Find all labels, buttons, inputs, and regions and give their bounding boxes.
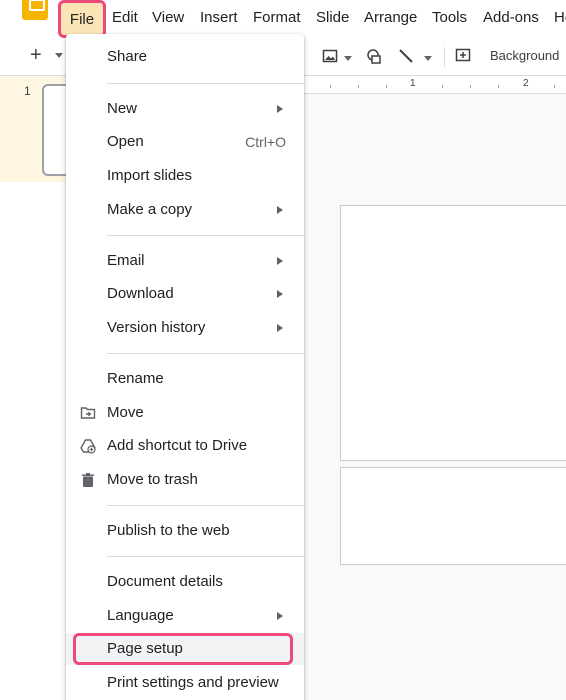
new-slide-plus-icon[interactable]: +	[30, 44, 42, 67]
menu-item-label: Document details	[107, 573, 223, 590]
ruler-tick	[554, 85, 555, 88]
menu-item-share[interactable]: Share	[66, 41, 304, 73]
slide-canvas[interactable]	[340, 205, 566, 461]
menu-item-shortcut: Ctrl+O	[245, 134, 286, 150]
slide-number: 1	[24, 84, 31, 98]
shape-icon[interactable]	[366, 48, 382, 64]
menu-item-version-history[interactable]: Version history	[66, 312, 304, 344]
filmstrip-panel: 1	[0, 76, 82, 182]
menu-tools[interactable]: Tools	[432, 9, 467, 26]
submenu-arrow-icon	[277, 105, 283, 113]
ruler-tick	[386, 85, 387, 88]
ruler-tick	[330, 85, 331, 88]
new-slide-caret-icon[interactable]	[55, 53, 63, 58]
menu-item-label: Add shortcut to Drive	[107, 437, 248, 454]
trash-icon	[82, 473, 94, 487]
menu-divider	[107, 83, 304, 84]
ruler-tick	[498, 85, 499, 88]
menu-item-label: Version history	[107, 319, 206, 336]
menu-item-label: Make a copy	[107, 201, 193, 218]
menu-file-label: File	[69, 11, 95, 28]
menu-item-new[interactable]: New	[66, 93, 304, 125]
menu-slide[interactable]: Slide	[316, 9, 349, 26]
menu-item-language[interactable]: Language	[66, 600, 304, 632]
menu-item-document-details[interactable]: Document details	[66, 566, 304, 598]
submenu-arrow-icon	[277, 324, 283, 332]
slides-logo-icon[interactable]	[22, 0, 48, 20]
menu-item-label: New	[107, 100, 138, 117]
submenu-arrow-icon	[277, 290, 283, 298]
menu-format[interactable]: Format	[253, 9, 301, 26]
background-button[interactable]: Background	[490, 48, 559, 63]
menu-item-label: Print settings and preview	[107, 674, 279, 691]
menu-item-label: Publish to the web	[107, 522, 230, 539]
slide-canvas-secondary[interactable]	[340, 467, 566, 565]
menu-item-email[interactable]: Email	[66, 245, 304, 277]
menu-divider	[107, 353, 304, 354]
menu-insert[interactable]: Insert	[200, 9, 238, 26]
menu-divider	[107, 556, 304, 557]
file-menu-dropdown: Share New Open Ctrl+O Import slides Make…	[66, 34, 304, 700]
menu-item-make-a-copy[interactable]: Make a copy	[66, 194, 304, 226]
line-caret-icon[interactable]	[424, 56, 432, 61]
submenu-arrow-icon	[277, 206, 283, 214]
menu-item-rename[interactable]: Rename	[66, 363, 304, 395]
menu-item-label: Import slides	[107, 167, 193, 184]
menu-item-label: Move	[107, 404, 144, 421]
menu-arrange[interactable]: Arrange	[364, 9, 417, 26]
add-comment-icon[interactable]	[455, 48, 471, 64]
menu-view[interactable]: View	[152, 9, 184, 26]
menu-bar: File Edit View Insert Format Slide Arran…	[0, 0, 566, 38]
menu-item-move-to-trash[interactable]: Move to trash	[66, 464, 304, 496]
submenu-arrow-icon	[277, 612, 283, 620]
insert-image-caret-icon[interactable]	[344, 56, 352, 61]
menu-item-download[interactable]: Download	[66, 278, 304, 310]
menu-item-add-shortcut[interactable]: Add shortcut to Drive	[66, 430, 304, 462]
folder-move-icon	[80, 407, 96, 419]
menu-file[interactable]: File	[58, 0, 106, 38]
menu-item-label: Download	[107, 285, 174, 302]
ruler-mark: 1	[410, 78, 416, 89]
menu-item-label: Email	[107, 252, 145, 269]
menu-addons[interactable]: Add-ons	[483, 9, 539, 26]
ruler-tick	[358, 85, 359, 88]
horizontal-ruler: 1 2	[300, 76, 566, 94]
menu-divider	[107, 235, 304, 236]
drive-shortcut-icon	[80, 439, 96, 454]
menu-item-label: Share	[107, 48, 148, 65]
menu-item-import-slides[interactable]: Import slides	[66, 160, 304, 192]
menu-item-label: Move to trash	[107, 471, 198, 488]
ruler-tick	[470, 85, 471, 88]
menu-help[interactable]: He	[554, 9, 566, 26]
menu-divider	[107, 505, 304, 506]
page-setup-highlight-annotation	[73, 633, 293, 665]
menu-item-open[interactable]: Open Ctrl+O	[66, 126, 304, 158]
menu-edit[interactable]: Edit	[112, 9, 138, 26]
submenu-arrow-icon	[277, 257, 283, 265]
menu-item-print-settings[interactable]: Print settings and preview	[66, 667, 304, 699]
menu-item-move[interactable]: Move	[66, 397, 304, 429]
ruler-mark: 2	[523, 78, 529, 89]
insert-image-icon[interactable]	[322, 48, 338, 64]
menu-item-label: Open	[107, 133, 144, 150]
menu-item-label: Rename	[107, 370, 164, 387]
menu-item-label: Language	[107, 607, 174, 624]
ruler-tick	[442, 85, 443, 88]
menu-item-publish-to-web[interactable]: Publish to the web	[66, 515, 304, 547]
toolbar-divider	[444, 47, 445, 67]
line-icon[interactable]	[398, 48, 414, 64]
